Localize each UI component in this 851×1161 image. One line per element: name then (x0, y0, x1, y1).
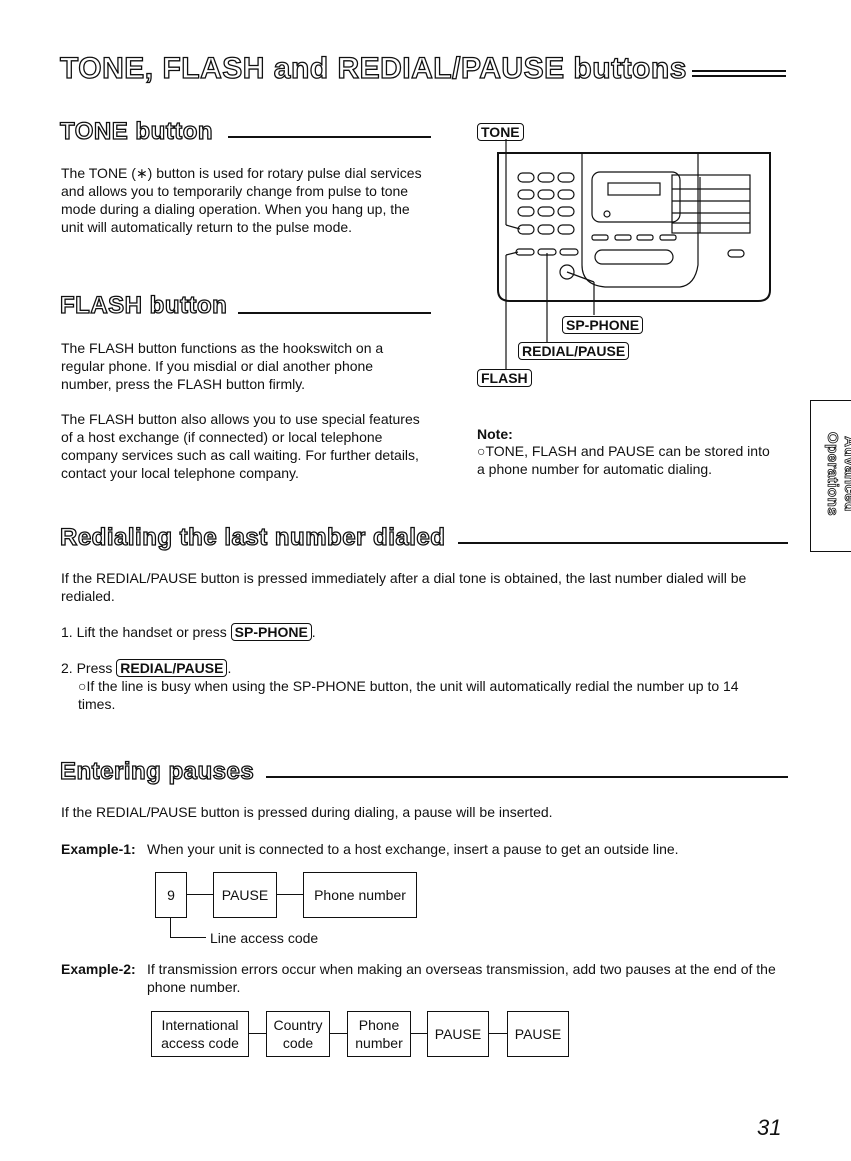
redial-step-1: 1. Lift the handset or press SP-PHONE. (61, 623, 316, 641)
title-rule (692, 75, 786, 77)
sp-phone-key-label: SP-PHONE (562, 316, 644, 334)
redial-step-2: 2. Press REDIAL/PAUSE. (61, 659, 232, 677)
diagram-box-phone-number: Phone number (303, 872, 417, 918)
note-label: Note: (477, 426, 513, 442)
heading-rule (266, 776, 788, 778)
caption-leader (170, 917, 206, 938)
title-rule (692, 70, 786, 72)
manual-page: { "title":"TONE, FLASH and REDIAL/PAUSE … (0, 0, 851, 1161)
pauses-heading: Entering pauses (59, 757, 255, 785)
pauses-intro: If the REDIAL/PAUSE button is pressed du… (61, 804, 553, 820)
redial-step-2-note: ○If the line is busy when using the SP-P… (78, 678, 739, 712)
diagram-box-pause-2: PAUSE (507, 1011, 569, 1057)
example-1-text: When your unit is connected to a host ex… (147, 841, 679, 857)
dial-keypad (515, 172, 579, 256)
heading-rule (238, 312, 431, 314)
flash-key-label: FLASH (477, 369, 532, 387)
note-text: ○TONE, FLASH and PAUSE can be stored int… (477, 443, 770, 477)
line-access-code-caption: Line access code (210, 930, 319, 946)
side-tab-line-1: Advanced (841, 436, 851, 513)
tone-key-label: TONE (477, 123, 524, 141)
tone-body: The TONE (∗) button is used for rotary p… (61, 165, 422, 235)
diagram-box-pause-1: PAUSE (427, 1011, 489, 1057)
redial-heading: Redialing the last number dialed (59, 523, 446, 551)
diagram-box-access-digit: 9 (155, 872, 187, 918)
heading-rule (228, 136, 431, 138)
sp-phone-key: SP-PHONE (230, 623, 312, 641)
section-side-tab[interactable]: Advanced Operations (810, 400, 851, 552)
diagram-box-phone-number: Phone number (347, 1011, 411, 1057)
redial-pause-key: REDIAL/PAUSE (116, 659, 228, 677)
example-2-text: If transmission errors occur when making… (147, 961, 776, 995)
redial-intro: If the REDIAL/PAUSE button is pressed im… (61, 570, 747, 604)
tone-heading: TONE button (59, 117, 214, 145)
flash-body-1: The FLASH button functions as the hooksw… (61, 340, 384, 392)
redial-pause-key-label: REDIAL/PAUSE (518, 342, 630, 360)
page-number: 31 (757, 1115, 782, 1140)
diagram-box-country-code: Country code (266, 1011, 330, 1057)
flash-heading: FLASH button (59, 291, 228, 319)
example-1-label: Example-1: (61, 841, 136, 857)
flash-body-2: The FLASH button also allows you to use … (61, 411, 420, 481)
page-title: TONE, FLASH and REDIAL/PAUSE buttons (59, 51, 687, 85)
diagram-box-international-code: International access code (151, 1011, 249, 1057)
side-tab-line-2: Operations (824, 431, 842, 517)
heading-rule (458, 542, 788, 544)
diagram-box-pause: PAUSE (213, 872, 277, 918)
example-2-label: Example-2: (61, 961, 136, 977)
